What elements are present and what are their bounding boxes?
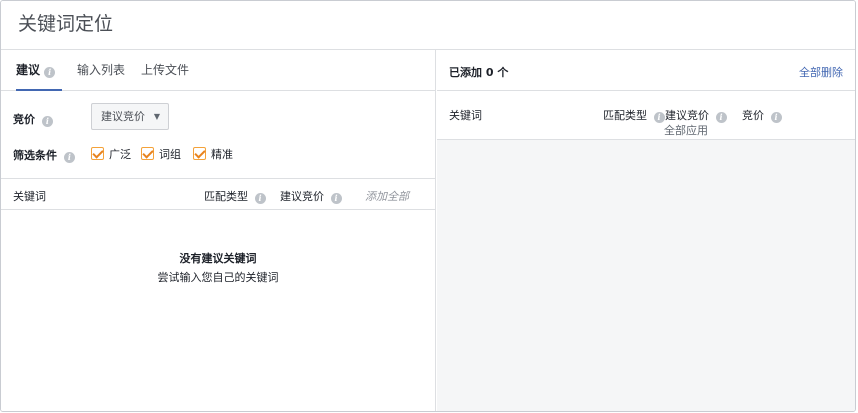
checkbox-phrase-label: 词组	[159, 148, 181, 161]
column-match-type-label: 匹配类型	[204, 190, 248, 203]
column-suggested-bid-label: 建议竞价	[280, 190, 324, 203]
column-suggested-bid: 建议竞价 i	[665, 107, 727, 123]
column-keyword: 关键词	[449, 107, 482, 123]
added-table-header: 关键词 匹配类型 i 建议竞价 i 全部应用 竞价 i	[437, 91, 855, 140]
keyword-targeting-panel: 关键词定位 建议 i 输入列表 上传文件 竞价 i 建议竞价 ▼ 筛选条件 i …	[0, 0, 856, 412]
info-icon[interactable]: i	[330, 193, 342, 204]
page-title: 关键词定位	[18, 13, 114, 35]
checkbox-exact[interactable]: 精准	[193, 146, 233, 162]
apply-all-link[interactable]: 全部应用	[664, 122, 708, 138]
filter-row: 筛选条件 i 广泛 词组 精准	[13, 145, 413, 165]
column-bid-label: 竞价	[742, 109, 764, 122]
column-keyword: 关键词	[13, 188, 46, 204]
checkbox-checked-icon[interactable]	[141, 147, 154, 160]
tab-enter-list-label: 输入列表	[77, 63, 126, 77]
tab-enter-list[interactable]: 输入列表	[77, 61, 125, 91]
column-suggested-bid: 建议竞价 i	[280, 188, 342, 204]
filter-label-text: 筛选条件	[13, 149, 57, 162]
bid-strategy-dropdown[interactable]: 建议竞价 ▼	[91, 103, 169, 130]
info-icon[interactable]: i	[715, 112, 727, 123]
column-match-type: 匹配类型 i	[204, 188, 266, 204]
tab-upload-file[interactable]: 上传文件	[141, 61, 189, 91]
chevron-down-icon: ▼	[153, 112, 160, 121]
column-keyword-label: 关键词	[13, 190, 46, 203]
tab-suggestions[interactable]: 建议 i	[16, 61, 62, 91]
column-suggested-bid-label: 建议竞价	[665, 109, 709, 122]
bid-label: 竞价 i	[13, 111, 53, 127]
empty-state-subtitle: 尝试输入您自己的关键词	[157, 271, 279, 284]
checkbox-exact-label: 精准	[211, 148, 233, 161]
checkbox-broad-label: 广泛	[109, 148, 131, 161]
tab-suggestions-label: 建议	[16, 63, 41, 77]
info-icon[interactable]: i	[41, 116, 53, 127]
column-bid: 竞价 i	[742, 107, 782, 123]
filter-label: 筛选条件 i	[13, 147, 75, 163]
delete-all-link[interactable]: 全部删除	[799, 64, 843, 80]
empty-state-title: 没有建议关键词	[179, 252, 257, 265]
bid-strategy-value: 建议竞价	[101, 110, 145, 123]
column-match-type-label: 匹配类型	[603, 109, 647, 122]
add-all-button[interactable]: 添加全部	[365, 188, 409, 204]
tab-bar: 建议 i 输入列表 上传文件	[1, 50, 435, 91]
info-icon[interactable]: i	[254, 193, 266, 204]
info-icon[interactable]: i	[653, 112, 665, 123]
added-keywords-panel: 已添加 0 个 全部删除 关键词 匹配类型 i 建议竞价 i 全部应用 竞价 i	[437, 50, 855, 411]
checkbox-checked-icon[interactable]	[193, 147, 206, 160]
tab-upload-file-label: 上传文件	[141, 63, 190, 77]
checkbox-checked-icon[interactable]	[91, 147, 104, 160]
added-keywords-header: 已添加 0 个 全部删除	[437, 50, 855, 91]
info-icon[interactable]: i	[44, 67, 56, 78]
added-count: 已添加 0 个	[449, 66, 509, 79]
empty-state: 没有建议关键词 尝试输入您自己的关键词	[1, 250, 435, 285]
column-keyword-label: 关键词	[449, 109, 482, 122]
info-icon[interactable]: i	[770, 112, 782, 123]
suggestions-table-header: 关键词 匹配类型 i 建议竞价 i 添加全部	[1, 178, 435, 210]
info-icon[interactable]: i	[63, 152, 75, 163]
checkbox-broad[interactable]: 广泛	[91, 146, 131, 162]
bid-label-text: 竞价	[13, 113, 35, 126]
checkbox-phrase[interactable]: 词组	[141, 146, 181, 162]
bid-row: 竞价 i 建议竞价 ▼	[13, 103, 413, 131]
header: 关键词定位	[1, 1, 855, 50]
suggestions-panel: 建议 i 输入列表 上传文件 竞价 i 建议竞价 ▼ 筛选条件 i 广泛 词组 …	[1, 50, 436, 411]
column-match-type: 匹配类型 i	[603, 107, 665, 123]
